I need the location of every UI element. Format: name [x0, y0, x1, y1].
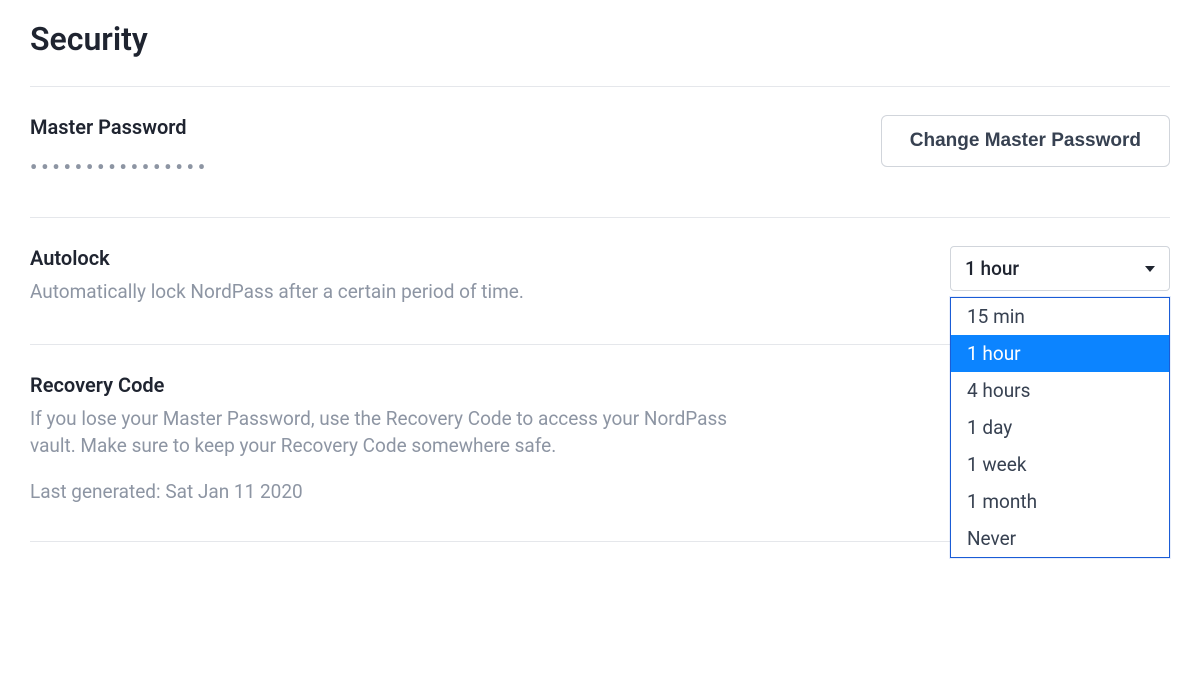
recovery-heading: Recovery Code: [30, 373, 730, 397]
autolock-selected-value: 1 hour: [965, 257, 1019, 280]
recovery-last-generated: Last generated: Sat Jan 11 2020: [30, 480, 730, 503]
page-title: Security: [30, 20, 1170, 58]
autolock-option[interactable]: 4 hours: [951, 372, 1169, 409]
recovery-description: If you lose your Master Password, use th…: [30, 405, 730, 460]
autolock-option[interactable]: 1 hour: [951, 335, 1169, 372]
master-password-heading: Master Password: [30, 115, 730, 139]
recovery-info: Recovery Code If you lose your Master Pa…: [30, 373, 730, 503]
autolock-select-wrap: 1 hour 15 min1 hour4 hours1 day1 week1 m…: [950, 246, 1170, 291]
autolock-select[interactable]: 1 hour: [950, 246, 1170, 291]
autolock-option[interactable]: 15 min: [951, 298, 1169, 335]
master-password-info: Master Password ••••••••••••••••: [30, 115, 730, 179]
change-master-password-button[interactable]: Change Master Password: [881, 115, 1170, 167]
autolock-heading: Autolock: [30, 246, 730, 270]
autolock-dropdown: 15 min1 hour4 hours1 day1 week1 monthNev…: [950, 297, 1170, 558]
master-password-section: Master Password •••••••••••••••• Change …: [30, 86, 1170, 217]
autolock-description: Automatically lock NordPass after a cert…: [30, 278, 730, 306]
autolock-section: Autolock Automatically lock NordPass aft…: [30, 217, 1170, 344]
autolock-option[interactable]: Never: [951, 520, 1169, 557]
chevron-down-icon: [1145, 266, 1155, 272]
master-password-masked: ••••••••••••••••: [30, 155, 730, 179]
autolock-option[interactable]: 1 month: [951, 483, 1169, 520]
autolock-option[interactable]: 1 day: [951, 409, 1169, 446]
autolock-info: Autolock Automatically lock NordPass aft…: [30, 246, 730, 306]
autolock-option[interactable]: 1 week: [951, 446, 1169, 483]
